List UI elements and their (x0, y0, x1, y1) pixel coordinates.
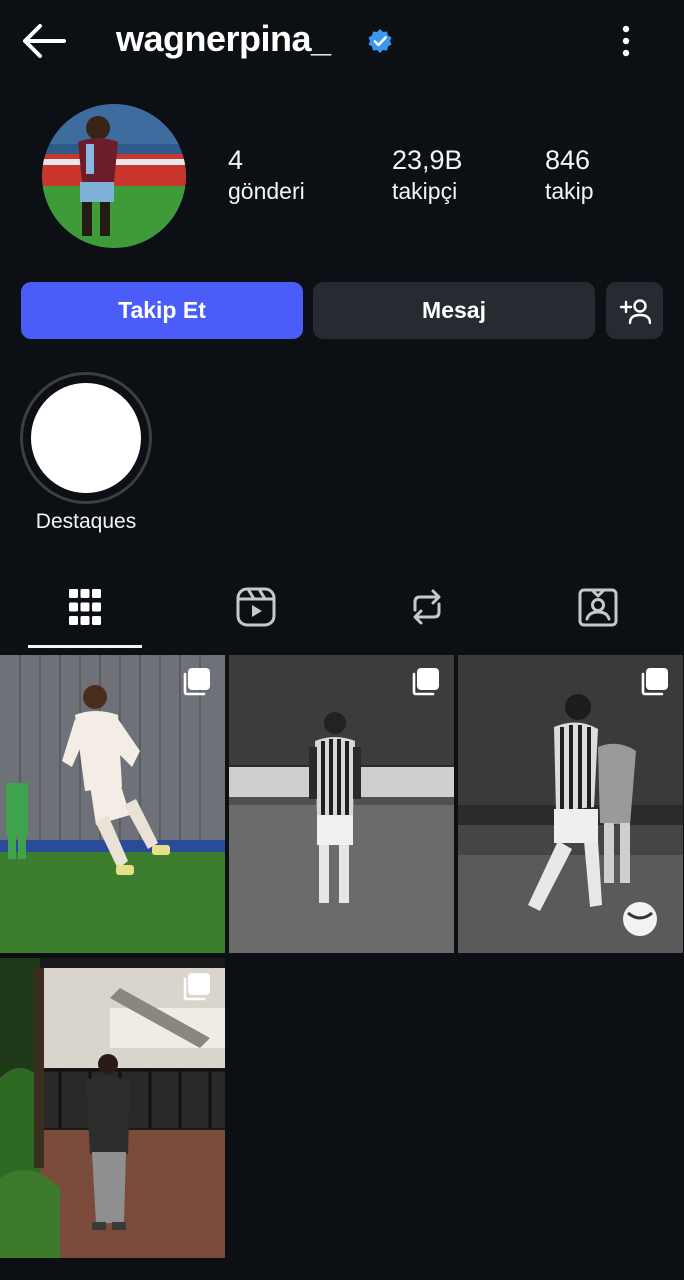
profile-username: wagnerpina_ (116, 18, 331, 59)
following-count[interactable]: 846 takip (545, 144, 594, 206)
post-thumbnail[interactable] (229, 655, 454, 953)
post-thumbnail[interactable] (0, 958, 225, 1258)
verified-badge-icon (368, 29, 392, 53)
highlight-cover[interactable] (31, 383, 141, 493)
followers-count[interactable]: 23,9B takipçi (392, 144, 463, 206)
suggested-people-button[interactable] (606, 282, 663, 339)
arrow-left-icon[interactable] (20, 22, 66, 60)
carousel-icon (183, 973, 210, 1001)
repost-icon[interactable] (406, 586, 448, 628)
reels-icon[interactable] (235, 586, 277, 628)
post-thumbnail[interactable] (458, 655, 683, 953)
stat-label: takip (545, 178, 594, 204)
tagged-icon[interactable] (577, 586, 619, 628)
stat-value: 4 (228, 145, 244, 175)
avatar[interactable] (42, 104, 186, 248)
stat-label: takipçi (392, 178, 458, 204)
stat-value: 23,9B (392, 145, 463, 175)
carousel-icon (412, 668, 439, 696)
posts-count[interactable]: 4 gönderi (228, 144, 305, 206)
more-vertical-icon[interactable] (612, 24, 640, 58)
message-button[interactable]: Mesaj (313, 282, 595, 339)
carousel-icon (641, 668, 668, 696)
carousel-icon (183, 668, 210, 696)
post-thumbnail[interactable] (0, 655, 225, 953)
follow-button[interactable]: Takip Et (21, 282, 303, 339)
stat-value: 846 (545, 145, 591, 175)
grid-icon[interactable] (64, 586, 106, 628)
add-person-icon (619, 298, 651, 324)
highlight-label: Destaques (35, 510, 137, 533)
active-tab-indicator (28, 645, 142, 648)
stat-label: gönderi (228, 178, 305, 204)
